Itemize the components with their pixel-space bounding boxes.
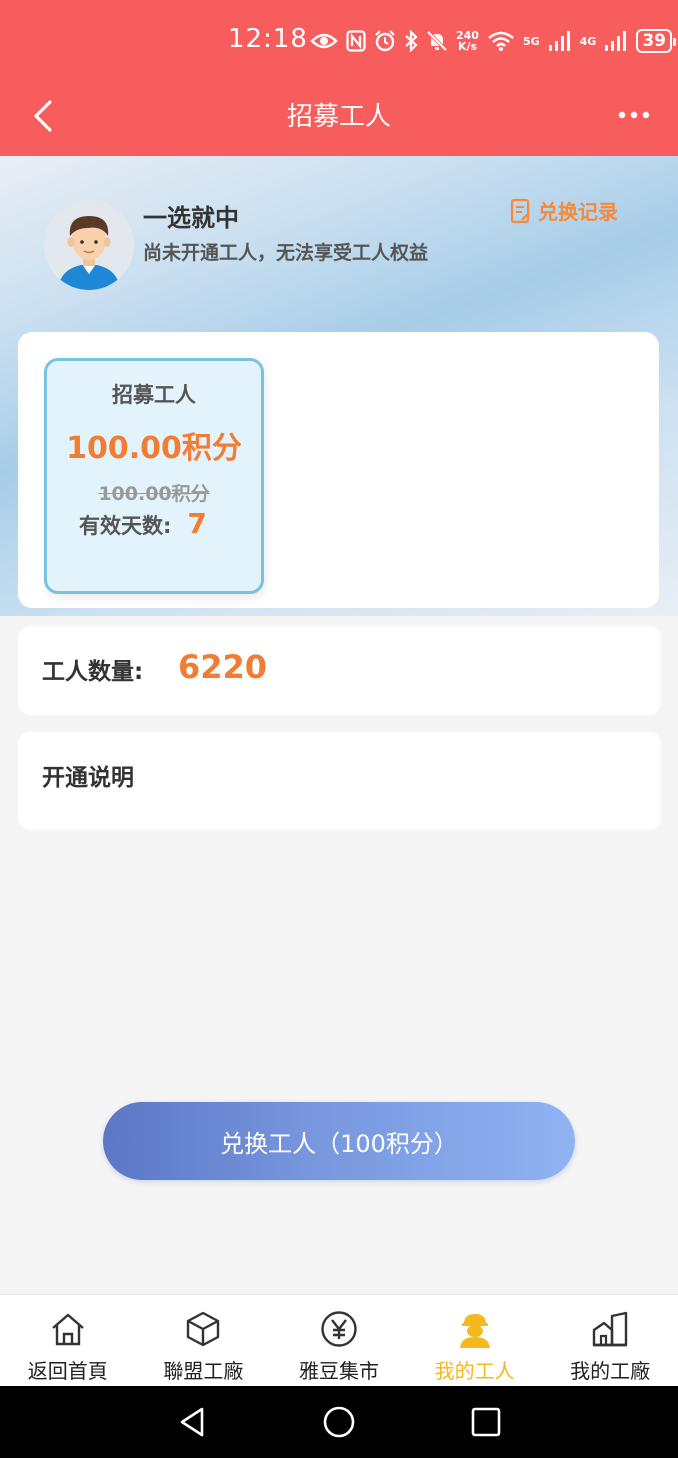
tab-home[interactable]: 返回首頁: [0, 1295, 136, 1386]
mute-icon: [426, 30, 448, 52]
home-icon: [48, 1309, 88, 1349]
plan-option[interactable]: 招募工人 100.00积分 100.00积分 有效天数: 7: [44, 358, 264, 594]
status-icons: 240 K/s 5G 4G 39: [310, 26, 676, 56]
yen-coin-icon: [319, 1309, 359, 1349]
tab-label: 聯盟工廠: [163, 1359, 244, 1383]
bottom-tab-bar: 返回首頁 聯盟工廠 雅豆集市 我的工人 我的工廠: [0, 1294, 678, 1386]
more-dots-icon: [618, 111, 650, 119]
wifi-icon: [488, 31, 514, 51]
tab-my-factory[interactable]: 我的工廠: [542, 1295, 678, 1386]
plan-valid-days: 有效天数: 7: [79, 507, 207, 540]
user-status-text: 尚未开通工人，无法享受工人权益: [143, 242, 429, 264]
plan-original-price: 100.00积分: [98, 483, 210, 505]
tab-alliance-factory[interactable]: 聯盟工廠: [136, 1295, 272, 1386]
triangle-back-icon: [180, 1407, 204, 1437]
status-bar: 12:18 240 K/s 5G 4G 39: [0, 0, 678, 80]
signal-icon: [548, 31, 570, 51]
nav-home-button[interactable]: [321, 1404, 357, 1440]
plans-card: 招募工人 100.00积分 100.00积分 有效天数: 7: [18, 332, 659, 608]
worker-count-label: 工人数量:: [42, 659, 144, 685]
more-button[interactable]: [614, 100, 654, 130]
system-nav-bar: [0, 1386, 678, 1458]
nav-recents-button[interactable]: [468, 1404, 504, 1440]
network-4g: 4G: [579, 34, 597, 48]
header: 招募工人: [0, 80, 678, 156]
square-recents-icon: [471, 1407, 501, 1437]
factory-icon: [590, 1309, 630, 1349]
page-title: 招募工人: [286, 102, 391, 132]
nfc-icon: [346, 30, 366, 52]
document-icon: [510, 198, 530, 223]
eye-icon: [310, 33, 338, 49]
status-time: 12:18: [228, 24, 308, 54]
tab-label: 我的工人: [434, 1359, 515, 1383]
tab-market[interactable]: 雅豆集市: [271, 1295, 407, 1386]
avatar: [44, 200, 134, 290]
net-speed: 240 K/s: [456, 29, 479, 53]
alarm-icon: [375, 30, 395, 52]
plan-name: 招募工人: [112, 383, 196, 407]
plan-days-label: 有效天数:: [79, 514, 172, 538]
signal-icon: [605, 31, 627, 51]
exchange-record-label: 兑换记录: [538, 200, 618, 224]
exchange-worker-button[interactable]: 兑换工人（100积分）: [103, 1102, 575, 1180]
tab-label: 雅豆集市: [298, 1359, 379, 1383]
worker-count-value: 6220: [178, 648, 268, 686]
tab-my-workers[interactable]: 我的工人: [407, 1295, 543, 1386]
user-name: 一选就中: [143, 204, 239, 232]
plan-days-value: 7: [187, 507, 207, 540]
description-title: 开通说明: [42, 765, 134, 791]
bluetooth-icon: [405, 30, 418, 52]
description-card: 开通说明: [18, 732, 661, 830]
box-icon: [183, 1309, 223, 1349]
battery-indicator: 39: [636, 29, 676, 53]
tab-label: 返回首頁: [27, 1359, 108, 1383]
user-banner: 一选就中 尚未开通工人，无法享受工人权益 兑换记录 招募工人 100.00积分 …: [0, 156, 678, 616]
worker-icon: [455, 1309, 495, 1349]
user-avatar-icon: [44, 200, 134, 290]
network-5g: 5G: [522, 34, 540, 48]
worker-count-card: 工人数量: 6220: [18, 626, 661, 715]
exchange-record-link[interactable]: 兑换记录: [510, 196, 618, 225]
plan-price: 100.00积分: [66, 431, 242, 466]
tab-label: 我的工廠: [570, 1359, 651, 1383]
nav-back-button[interactable]: [174, 1404, 210, 1440]
circle-home-icon: [323, 1406, 355, 1438]
